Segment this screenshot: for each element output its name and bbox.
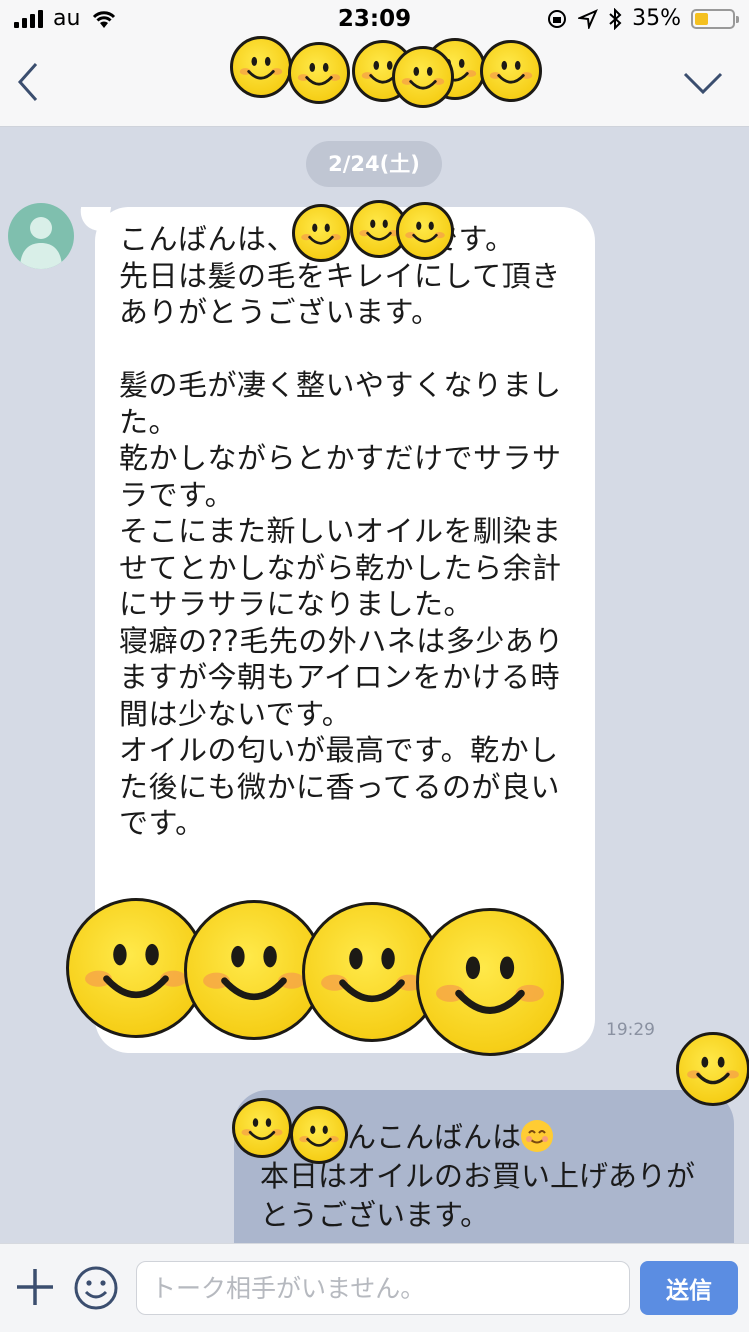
emoji-icon[interactable] — [72, 1264, 120, 1312]
orientation-lock-icon — [548, 9, 567, 28]
smiling-face-emoji-icon — [521, 1120, 554, 1152]
status-bar: au 23:09 35% — [0, 0, 749, 40]
smiley-sticker-icon — [676, 1032, 749, 1106]
battery-percent: 35% — [632, 6, 681, 31]
date-separator: 2/24(土) — [306, 141, 442, 187]
smiley-sticker-icon — [480, 40, 542, 102]
smiley-sticker-icon — [290, 1106, 348, 1164]
smiley-sticker-icon — [288, 42, 350, 104]
battery-icon — [691, 8, 739, 29]
message-timestamp: 19:29 — [606, 1020, 655, 1040]
message-input[interactable] — [136, 1261, 630, 1315]
chevron-down-icon[interactable] — [679, 66, 727, 100]
smiley-sticker-icon — [416, 908, 564, 1056]
location-icon — [578, 8, 599, 29]
smiley-sticker-icon — [392, 46, 454, 108]
incoming-message-text: こんばんは、 です。 先日は髪の毛をキレイにして頂きありがとうございます。 髪の… — [119, 222, 564, 840]
smiley-sticker-icon — [396, 202, 454, 260]
bluetooth-icon — [609, 7, 622, 30]
smiley-sticker-icon — [292, 204, 350, 262]
avatar[interactable] — [8, 203, 74, 269]
plus-icon[interactable] — [12, 1264, 58, 1310]
user-silhouette-icon — [20, 217, 62, 269]
smiley-sticker-icon — [232, 1098, 292, 1158]
smiley-sticker-icon — [230, 36, 292, 98]
send-button[interactable]: 送信 — [640, 1261, 738, 1315]
chevron-left-icon[interactable] — [10, 56, 50, 108]
input-bar: 送信 — [0, 1243, 749, 1332]
